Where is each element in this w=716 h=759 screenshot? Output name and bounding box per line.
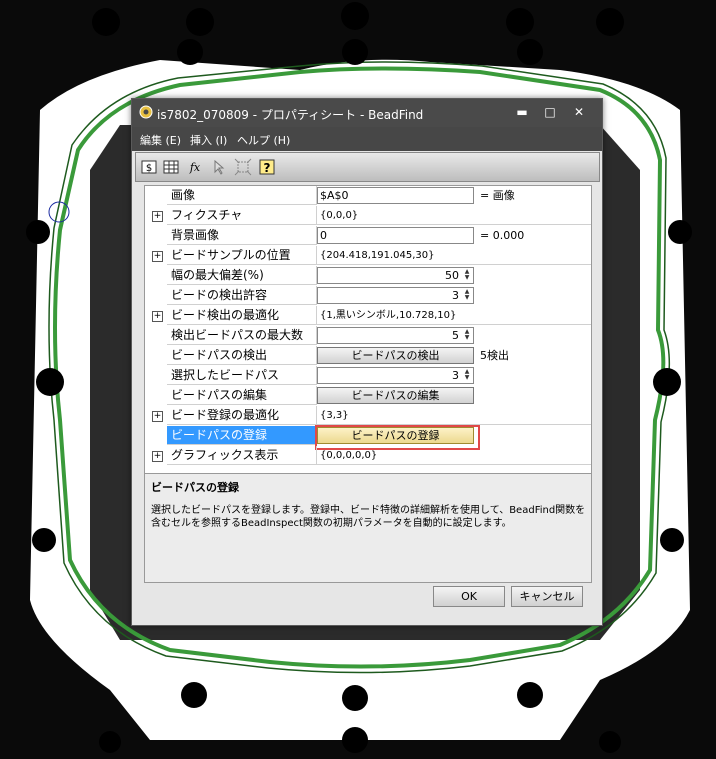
row-path-edit: ビードパスの編集 ビードパスの編集 bbox=[145, 386, 591, 406]
image-result: = 画像 bbox=[480, 189, 515, 202]
register-path-button[interactable]: ビードパスの登録 bbox=[315, 425, 480, 450]
row-max-width-deviation: 幅の最大偏差(%) 50 ▲ ▼ bbox=[145, 266, 591, 286]
pointer-icon[interactable] bbox=[210, 158, 228, 176]
row-graphics: + グラフィックス表示 {0,0,0,0,0} bbox=[145, 446, 591, 466]
ok-button[interactable]: OK bbox=[433, 586, 505, 607]
stepper-value: 50 bbox=[445, 269, 459, 282]
function-icon[interactable]: fx bbox=[186, 158, 204, 176]
spin-arrows-icon[interactable]: ▲ ▼ bbox=[462, 269, 472, 282]
row-label[interactable]: 背景画像 bbox=[167, 226, 317, 245]
menu-insert[interactable]: 挿入 (I) bbox=[190, 132, 227, 148]
detect-tolerance-stepper[interactable]: 3 ▲ ▼ bbox=[317, 287, 474, 304]
table-icon[interactable] bbox=[162, 158, 180, 176]
app-icon bbox=[139, 105, 153, 119]
stepper-value: 3 bbox=[452, 289, 459, 302]
spin-arrows-icon[interactable]: ▲ ▼ bbox=[462, 289, 472, 302]
row-path-detect: ビードパスの検出 ビードパスの検出 5検出 bbox=[145, 346, 591, 366]
svg-text:?: ? bbox=[264, 161, 271, 175]
help-icon[interactable]: ? bbox=[258, 158, 276, 176]
row-label[interactable]: グラフィックス表示 bbox=[167, 446, 317, 465]
image-input[interactable]: $A$0 bbox=[317, 187, 474, 204]
max-width-deviation-stepper[interactable]: 50 ▲ ▼ bbox=[317, 267, 474, 284]
edit-path-button[interactable]: ビードパスの編集 bbox=[317, 387, 474, 404]
row-path-register: ビードパスの登録 ビードパスの登録 bbox=[145, 425, 591, 450]
expand-icon[interactable]: + bbox=[152, 451, 163, 462]
row-label[interactable]: ビードパスの編集 bbox=[167, 386, 317, 405]
row-label[interactable]: 画像 bbox=[167, 186, 317, 205]
spin-arrows-icon[interactable]: ▲ ▼ bbox=[462, 329, 472, 342]
maximize-button[interactable]: □ bbox=[540, 103, 560, 121]
description-title: ビードパスの登録 bbox=[151, 481, 239, 494]
fixture-value: {0,0,0} bbox=[317, 206, 591, 225]
background-input[interactable]: 0 bbox=[317, 227, 474, 244]
menu-edit[interactable]: 編集 (E) bbox=[140, 132, 181, 148]
stepper-value: 5 bbox=[452, 329, 459, 342]
detect-count: 5検出 bbox=[480, 349, 509, 362]
max-paths-stepper[interactable]: 5 ▲ ▼ bbox=[317, 327, 474, 344]
row-detect-tolerance: ビードの検出許容 3 ▲ ▼ bbox=[145, 286, 591, 306]
property-sheet-window: is7802_070809 - プロパティシート - BeadFind ▬ □ … bbox=[131, 98, 603, 626]
expand-icon[interactable]: + bbox=[152, 211, 163, 222]
sample-position-value: {204.418,191.045,30} bbox=[317, 246, 591, 265]
description-panel: ビードパスの登録 選択したビードパスを登録します。登録中、ビード特徴の詳細解析を… bbox=[144, 473, 592, 583]
row-background: 背景画像 0 = 0.000 bbox=[145, 226, 591, 246]
detect-optimization-value: {1,黒いシンボル,10.728,10} bbox=[317, 306, 591, 325]
crosshair-icon[interactable] bbox=[234, 158, 252, 176]
expand-icon[interactable]: + bbox=[152, 251, 163, 262]
row-image: 画像 $A$0 = 画像 bbox=[145, 186, 591, 206]
expand-icon[interactable]: + bbox=[152, 311, 163, 322]
register-path-button-label: ビードパスの登録 bbox=[351, 429, 440, 442]
row-label-selected[interactable]: ビードパスの登録 bbox=[167, 426, 317, 445]
menu-bar: 編集 (E) 挿入 (I) ヘルプ (H) bbox=[132, 127, 602, 151]
cancel-button[interactable]: キャンセル bbox=[511, 586, 583, 607]
row-label[interactable]: ビードパスの検出 bbox=[167, 346, 317, 365]
register-optimization-value: {3,3} bbox=[317, 406, 591, 425]
minimize-button[interactable]: ▬ bbox=[512, 103, 532, 121]
row-label[interactable]: ビードの検出許容 bbox=[167, 286, 317, 305]
close-button[interactable]: ✕ bbox=[569, 103, 589, 121]
row-register-optimization: + ビード登録の最適化 {3,3} bbox=[145, 406, 591, 426]
description-text: 選択したビードパスを登録します。登録中、ビード特徴の詳細解析を使用して、Bead… bbox=[151, 505, 586, 529]
detect-path-button[interactable]: ビードパスの検出 bbox=[317, 347, 474, 364]
stepper-value: 3 bbox=[452, 369, 459, 382]
row-label[interactable]: ビード検出の最適化 bbox=[167, 306, 317, 325]
row-detect-optimization: + ビード検出の最適化 {1,黒いシンボル,10.728,10} bbox=[145, 306, 591, 326]
row-label[interactable]: 幅の最大偏差(%) bbox=[167, 266, 317, 285]
menu-help[interactable]: ヘルプ (H) bbox=[237, 132, 290, 148]
svg-text:$: $ bbox=[146, 163, 152, 174]
selected-path-stepper[interactable]: 3 ▲ ▼ bbox=[317, 367, 474, 384]
row-max-paths: 検出ビードパスの最大数 5 ▲ ▼ bbox=[145, 326, 591, 346]
title-bar[interactable]: is7802_070809 - プロパティシート - BeadFind ▬ □ … bbox=[132, 99, 602, 127]
row-label[interactable]: 選択したビードパス bbox=[167, 366, 317, 385]
row-fixture: + フィクスチャ {0,0,0} bbox=[145, 206, 591, 226]
spin-arrows-icon[interactable]: ▲ ▼ bbox=[462, 369, 472, 382]
expand-icon[interactable]: + bbox=[152, 411, 163, 422]
dollar-cell-icon[interactable]: $ bbox=[140, 158, 158, 176]
property-grid: 画像 $A$0 = 画像 + フィクスチャ {0,0,0} 背景画像 0 = 0… bbox=[144, 185, 592, 474]
graphics-value: {0,0,0,0,0} bbox=[317, 446, 591, 465]
row-selected-path: 選択したビードパス 3 ▲ ▼ bbox=[145, 366, 591, 386]
svg-text:fx: fx bbox=[189, 161, 201, 174]
row-label[interactable]: フィクスチャ bbox=[167, 206, 317, 225]
row-label[interactable]: ビード登録の最適化 bbox=[167, 406, 317, 425]
row-sample-position: + ビードサンプルの位置 {204.418,191.045,30} bbox=[145, 246, 591, 266]
toolbar: $ fx ? bbox=[135, 152, 600, 182]
background-result: = 0.000 bbox=[480, 229, 525, 242]
row-label[interactable]: ビードサンプルの位置 bbox=[167, 246, 317, 265]
window-title: is7802_070809 - プロパティシート - BeadFind bbox=[157, 108, 424, 122]
row-label[interactable]: 検出ビードパスの最大数 bbox=[167, 326, 317, 345]
